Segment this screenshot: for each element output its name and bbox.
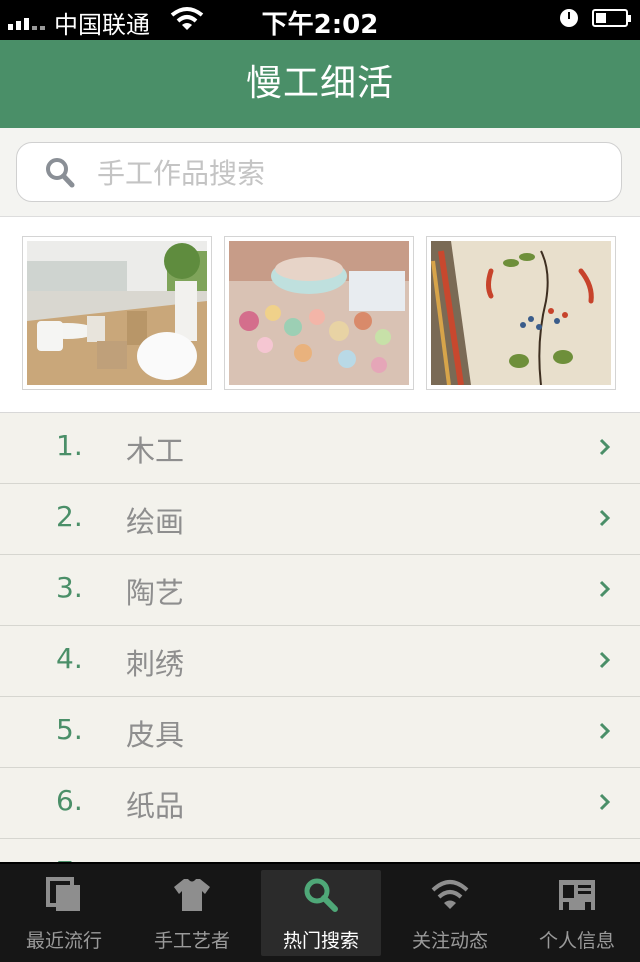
chevron-right-icon (599, 651, 611, 669)
battery-icon (592, 9, 631, 27)
status-time: 下午2:02 (261, 10, 379, 40)
list-item[interactable]: 1. 木工 (0, 413, 640, 484)
layers-icon (46, 877, 80, 911)
chevron-right-icon (599, 509, 611, 527)
featured-thumbnails (0, 217, 640, 413)
list-item-label: 刺绣 (126, 647, 185, 681)
list-item[interactable]: 2. 绘画 (0, 484, 640, 555)
status-bar: 中国联通 下午2:02 (0, 0, 640, 40)
search-icon (304, 878, 338, 912)
list-item[interactable]: 4. 刺绣 (0, 626, 640, 697)
wifi-icon (431, 880, 469, 909)
tab-label: 热门搜索 (282, 930, 359, 952)
search-area (0, 128, 640, 217)
chevron-right-icon (599, 722, 611, 740)
list-item-number: 3. (56, 571, 83, 604)
search-box[interactable] (16, 142, 622, 202)
tab-label: 关注动态 (411, 930, 488, 952)
list-item-number: 1. (56, 429, 83, 462)
list-item[interactable]: 6. 纸品 (0, 768, 640, 839)
tab-label: 最近流行 (25, 930, 102, 952)
tableware-photo (27, 241, 207, 385)
tab-label: 个人信息 (538, 930, 615, 952)
list-item-label: 纸品 (126, 789, 185, 823)
list-item[interactable]: 5. 皮具 (0, 697, 640, 768)
thumbnail-tableware[interactable] (22, 236, 212, 390)
search-icon (46, 158, 75, 188)
tab-hot-search[interactable]: 热门搜索 (261, 870, 381, 956)
nav-bar: 慢工细活 (0, 40, 640, 128)
thumbnail-clay-sweets[interactable] (224, 236, 414, 390)
tab-craftsmen[interactable]: 手工艺者 (132, 870, 252, 956)
tab-personal-info[interactable]: 个人信息 (517, 870, 637, 956)
chevron-right-icon (599, 438, 611, 456)
list-item-number: 4. (56, 642, 83, 675)
thumbnail-botanical-notebook[interactable] (426, 236, 616, 390)
search-input[interactable] (95, 153, 599, 193)
list-item-number: 5. (56, 713, 83, 746)
list-item-label: 绘画 (126, 505, 185, 539)
botanical-notebook-photo (431, 241, 611, 385)
list-item-number: 6. (56, 784, 83, 817)
chevron-right-icon (599, 580, 611, 598)
tab-follow-updates[interactable]: 关注动态 (390, 870, 510, 956)
list-item-number: 2. (56, 500, 83, 533)
list-item-label: 皮具 (126, 718, 185, 752)
alarm-clock-icon (560, 9, 578, 27)
tshirt-icon (174, 879, 210, 911)
tab-recent-popular[interactable]: 最近流行 (4, 870, 124, 956)
category-list: 1. 木工 2. 绘画 3. 陶艺 4. 刺绣 5. 皮具 6. 纸品 7. 家… (0, 413, 640, 910)
list-item-label: 陶艺 (126, 576, 185, 610)
clay-sweets-photo (229, 241, 409, 385)
tab-bar: 最近流行 手工艺者 热门搜索 关注动态 个人信息 (0, 862, 640, 962)
page-title: 慢工细活 (245, 63, 394, 104)
chevron-right-icon (599, 793, 611, 811)
id-card-icon (559, 880, 595, 910)
tab-label: 手工艺者 (153, 930, 230, 952)
list-item[interactable]: 3. 陶艺 (0, 555, 640, 626)
list-item-label: 木工 (126, 434, 185, 468)
